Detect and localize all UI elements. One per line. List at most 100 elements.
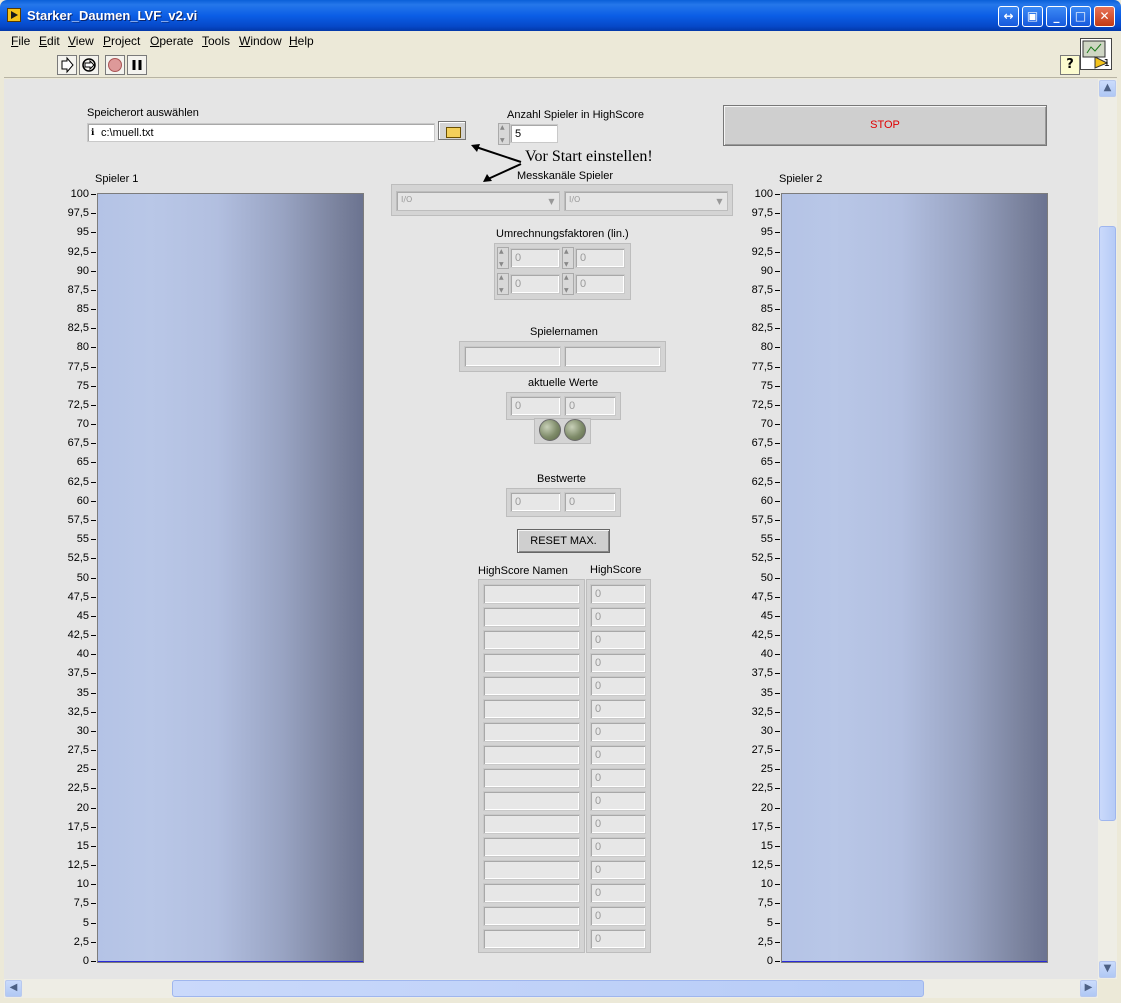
scale-tick-mark: [91, 443, 96, 445]
scale-tick-label: 70: [760, 418, 773, 431]
scale-tick-mark: [775, 769, 780, 771]
scale-tick-mark: [91, 635, 96, 637]
run-continuously-icon[interactable]: [79, 55, 99, 75]
scale-tick-label: 70: [76, 418, 89, 431]
highscore-name-cell: [483, 860, 580, 880]
close-button[interactable]: ✕: [1094, 6, 1115, 27]
scale-tick-mark: [775, 270, 780, 272]
menu-file[interactable]: File: [11, 34, 30, 48]
highscore-name-cell: [483, 929, 580, 949]
horizontal-scrollbar[interactable]: ◀ ▶: [4, 979, 1098, 998]
scale-tick-mark: [775, 941, 780, 943]
scale-tick-label: 77,5: [751, 360, 773, 373]
scale-tick-label: 17,5: [67, 820, 89, 833]
menu-tools[interactable]: Tools: [202, 34, 230, 48]
factor-spinner[interactable]: [497, 247, 509, 269]
path-type-icon: ℹ: [91, 127, 95, 137]
connector-number: 1: [1103, 58, 1110, 69]
io-icon: I/O: [569, 195, 581, 204]
scale-tick-mark: [91, 807, 96, 809]
scale-tick-mark: [91, 558, 96, 560]
scale-tick-label: 45: [76, 609, 89, 622]
menu-edit[interactable]: Edit: [39, 34, 60, 48]
scale-tick-label: 100: [754, 188, 773, 200]
menu-label-rest: dit: [47, 34, 60, 48]
player-name-field[interactable]: [564, 346, 661, 367]
factor-field[interactable]: 0: [575, 274, 625, 294]
scale-tick-mark: [91, 769, 96, 771]
resize-grip[interactable]: [1098, 979, 1117, 998]
current-value-field: 0: [564, 396, 616, 416]
scale-tick-mark: [775, 615, 780, 617]
panel-diagram-toggle-button[interactable]: ↔: [998, 6, 1019, 27]
minimize-button[interactable]: _: [1046, 6, 1067, 27]
highscore-name-cell: [483, 814, 580, 834]
factor-field[interactable]: 0: [510, 274, 560, 294]
player-name-field[interactable]: [464, 346, 561, 367]
scale-tick-mark: [775, 213, 780, 215]
scale-tick-label: 10: [76, 878, 89, 891]
reset-max-button[interactable]: RESET MAX.: [517, 529, 610, 553]
scroll-right-icon[interactable]: ▶: [1080, 980, 1097, 997]
scale-tick-mark: [91, 404, 96, 406]
highscore-names-label: HighScore Namen: [478, 565, 568, 577]
menu-mnemonic: P: [103, 34, 112, 48]
scale-tick-label: 47,5: [751, 590, 773, 603]
scale-tick-mark: [775, 807, 780, 809]
factor-field[interactable]: 0: [510, 248, 560, 268]
menu-operate[interactable]: Operate: [150, 34, 193, 48]
run-arrow-icon[interactable]: [57, 55, 77, 75]
scale-tick-label: 12,5: [751, 859, 773, 872]
scale-tick-mark: [775, 443, 780, 445]
menu-bar: File Edit View Project Operate Tools Window Hel…: [4, 31, 1117, 52]
file-path-input[interactable]: ℹ c:\muell.txt: [87, 123, 435, 142]
scale-tick-mark: [775, 654, 780, 656]
scroll-down-icon[interactable]: ▼: [1099, 961, 1116, 978]
context-help-icon[interactable]: ?: [1060, 55, 1080, 75]
factor-spinner[interactable]: [562, 247, 574, 269]
scale-tick-label: 22,5: [67, 782, 89, 795]
led-indicator: [564, 419, 586, 441]
scale-tick-mark: [775, 730, 780, 732]
scale-tick-mark: [775, 539, 780, 541]
scale-tick-label: 57,5: [67, 513, 89, 526]
restore-down-button[interactable]: ▣: [1022, 6, 1043, 27]
scale-tick-mark: [91, 270, 96, 272]
scale-tick-label: 2,5: [757, 935, 773, 948]
pause-icon[interactable]: [127, 55, 147, 75]
abort-icon[interactable]: [105, 55, 125, 75]
scale-tick-mark: [91, 654, 96, 656]
scale-tick-label: 7,5: [73, 897, 89, 910]
highscore-score-cell: 0: [590, 630, 646, 650]
highscore-score-cell: 0: [590, 676, 646, 696]
vertical-scroll-thumb[interactable]: [1099, 226, 1116, 821]
stop-button[interactable]: STOP: [723, 105, 1047, 146]
scale-tick-label: 97,5: [67, 207, 89, 220]
menu-project[interactable]: Project: [103, 34, 140, 48]
channel-select-player1[interactable]: I/O ▼: [396, 191, 560, 211]
channel-select-player2[interactable]: I/O ▼: [564, 191, 728, 211]
scale-tick-mark: [775, 961, 780, 962]
maximize-button[interactable]: □: [1070, 6, 1091, 27]
horizontal-scroll-thumb[interactable]: [172, 980, 924, 997]
scale-tick-label: 5: [766, 916, 773, 929]
highscore-score-cell: 0: [590, 745, 646, 765]
menu-window[interactable]: Window: [239, 34, 282, 48]
menu-help[interactable]: Help: [289, 34, 314, 48]
scroll-up-icon[interactable]: ▲: [1099, 80, 1116, 97]
menu-view[interactable]: View: [68, 34, 94, 48]
scale-tick-label: 67,5: [67, 437, 89, 450]
factor-spinner[interactable]: [562, 273, 574, 295]
scale-tick-label: 20: [760, 801, 773, 814]
scale-tick-label: 72,5: [751, 398, 773, 411]
scale-tick-mark: [775, 673, 780, 675]
scroll-left-icon[interactable]: ◀: [5, 980, 22, 997]
vertical-scrollbar[interactable]: ▲ ▼: [1098, 79, 1117, 979]
scale-tick-label: 40: [760, 648, 773, 661]
browse-folder-icon[interactable]: [438, 121, 466, 140]
factor-spinner[interactable]: [497, 273, 509, 295]
factor-field[interactable]: 0: [575, 248, 625, 268]
scale-tick-label: 0: [82, 955, 89, 967]
scale-tick-mark: [91, 941, 96, 943]
highscore-count-label: Anzahl Spieler in HighScore: [507, 109, 644, 121]
